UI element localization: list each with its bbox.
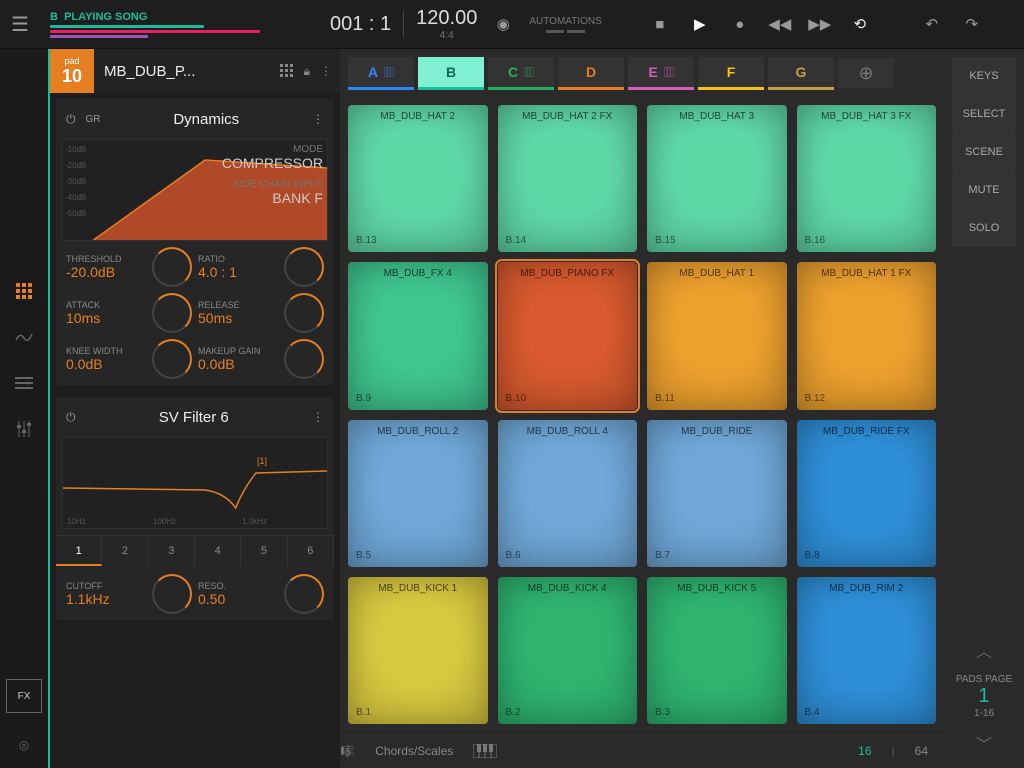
fx-panel-dynamics: ⏻ GR Dynamics ⋮ -10dB-20dB-30dB-40dB-50d… bbox=[56, 99, 334, 385]
tuning-fork-icon[interactable]: 🎼︎ bbox=[340, 744, 355, 758]
bank-tab-E[interactable]: E bbox=[628, 57, 694, 90]
filter-tab-3[interactable]: 3 bbox=[149, 536, 195, 566]
gr-label: GR bbox=[86, 114, 101, 125]
settings-icon[interactable]: ◎ bbox=[10, 731, 38, 759]
grid-icon[interactable] bbox=[280, 64, 294, 79]
pad-B-16[interactable]: MB_DUB_HAT 3 FXB.16 bbox=[797, 105, 937, 252]
fx-name: Dynamics bbox=[111, 111, 303, 128]
select-button[interactable]: SELECT bbox=[952, 95, 1016, 133]
keyboard-icon[interactable] bbox=[473, 744, 497, 758]
metronome-icon[interactable]: ◉ bbox=[489, 10, 517, 38]
bank-tab-C[interactable]: C bbox=[488, 57, 554, 90]
bank-tab-B[interactable]: B bbox=[418, 57, 484, 90]
add-bank-button[interactable]: ⊕ bbox=[838, 58, 894, 88]
more-icon[interactable]: ⋮ bbox=[320, 64, 332, 79]
automation-view-icon[interactable] bbox=[10, 323, 38, 351]
song-area[interactable]: B PLAYING SONG bbox=[40, 9, 330, 40]
filter-tab-5[interactable]: 5 bbox=[241, 536, 287, 566]
record-button[interactable]: ● bbox=[726, 10, 754, 38]
knob-knee-width[interactable]: KNEE WIDTH0.0dB bbox=[66, 339, 192, 379]
page-down-button[interactable]: ﹀ bbox=[976, 731, 992, 755]
tempo-display[interactable]: 120.004:4 bbox=[416, 7, 477, 41]
pad-count-active[interactable]: 16 bbox=[858, 744, 871, 758]
knob-reso.[interactable]: RESO.0.50 bbox=[198, 574, 324, 614]
filter-tab-2[interactable]: 2 bbox=[102, 536, 148, 566]
forward-button[interactable]: ▶▶ bbox=[806, 10, 834, 38]
pad-B-14[interactable]: MB_DUB_HAT 2 FXB.14 bbox=[498, 105, 638, 252]
compressor-graph[interactable]: -10dB-20dB-30dB-40dB-50dB MODECOMPRESSOR… bbox=[62, 139, 328, 241]
mixer-view-icon[interactable] bbox=[10, 415, 38, 443]
knob-threshold[interactable]: THRESHOLD-20.0dB bbox=[66, 247, 192, 287]
pad-B-11[interactable]: MB_DUB_HAT 1B.11 bbox=[647, 262, 787, 409]
pad-count-total[interactable]: 64 bbox=[915, 744, 944, 758]
pad-B-7[interactable]: MB_DUB_RIDEB.7 bbox=[647, 420, 787, 567]
inspector-panel: pad10 MB_DUB_P... 🔒︎ ⋮ ⏻ GR Dynamics ⋮ bbox=[48, 49, 340, 768]
pads-view-icon[interactable] bbox=[10, 277, 38, 305]
stop-button[interactable]: ■ bbox=[646, 10, 674, 38]
pad-B-2[interactable]: MB_DUB_KICK 4B.2 bbox=[498, 577, 638, 724]
pad-B-5[interactable]: MB_DUB_ROLL 2B.5 bbox=[348, 420, 488, 567]
pad-B-9[interactable]: MB_DUB_FX 4B.9 bbox=[348, 262, 488, 409]
pad-B-1[interactable]: MB_DUB_KICK 1B.1 bbox=[348, 577, 488, 724]
bank-tab-D[interactable]: D bbox=[558, 57, 624, 90]
lock-icon[interactable]: 🔒︎ bbox=[304, 64, 310, 79]
knob-cutoff[interactable]: CUTOFF1.1kHz bbox=[66, 574, 192, 614]
rewind-button[interactable]: ◀◀ bbox=[766, 10, 794, 38]
filter-tab-1[interactable]: 1 bbox=[56, 536, 102, 566]
bank-tab-A[interactable]: A bbox=[348, 57, 414, 90]
power-icon[interactable]: ⏻ bbox=[66, 410, 76, 425]
fx-name: SV Filter 6 bbox=[86, 409, 303, 426]
knob-release[interactable]: RELEASE50ms bbox=[198, 293, 324, 333]
chords-scales-button[interactable]: Chords/Scales bbox=[375, 744, 453, 758]
page-indicator: PADS PAGE 1 1-16 bbox=[956, 674, 1012, 719]
pad-name[interactable]: MB_DUB_P... bbox=[94, 63, 280, 80]
loop-button[interactable]: ⟲ bbox=[846, 10, 874, 38]
pad-B-6[interactable]: MB_DUB_ROLL 4B.6 bbox=[498, 420, 638, 567]
fx-more-icon[interactable]: ⋮ bbox=[312, 112, 324, 126]
pad-B-10[interactable]: MB_DUB_PIANO FXB.10 bbox=[498, 262, 638, 409]
fx-more-icon[interactable]: ⋮ bbox=[312, 410, 324, 424]
knob-attack[interactable]: ATTACK10ms bbox=[66, 293, 192, 333]
fx-panel-icon[interactable]: FX bbox=[6, 679, 42, 713]
pad-B-8[interactable]: MB_DUB_RIDE FXB.8 bbox=[797, 420, 937, 567]
bank-tab-G[interactable]: G bbox=[768, 57, 834, 90]
power-icon[interactable]: ⏻ bbox=[66, 112, 76, 127]
song-title: PLAYING SONG bbox=[64, 11, 147, 23]
pad-B-3[interactable]: MB_DUB_KICK 5B.3 bbox=[647, 577, 787, 724]
pad-number-badge: pad10 bbox=[50, 49, 94, 93]
undo-button[interactable]: ↶ bbox=[918, 10, 946, 38]
filter-tab-4[interactable]: 4 bbox=[195, 536, 241, 566]
filter-tab-6[interactable]: 6 bbox=[288, 536, 334, 566]
fx-panel-filter: ⏻ SV Filter 6 ⋮ [1] 10Hz 100Hz 1.0kHz 12… bbox=[56, 397, 334, 620]
pad-B-4[interactable]: MB_DUB_RIM 2B.4 bbox=[797, 577, 937, 724]
position-display[interactable]: 001 : 1 bbox=[330, 13, 391, 36]
pad-B-12[interactable]: MB_DUB_HAT 1 FXB.12 bbox=[797, 262, 937, 409]
knob-ratio[interactable]: RATIO4.0 : 1 bbox=[198, 247, 324, 287]
pad-B-15[interactable]: MB_DUB_HAT 3B.15 bbox=[647, 105, 787, 252]
play-button[interactable]: ▶ bbox=[686, 10, 714, 38]
sequencer-view-icon[interactable] bbox=[10, 369, 38, 397]
automations-label: AUTOMATIONS bbox=[529, 16, 601, 33]
bank-tab-F[interactable]: F bbox=[698, 57, 764, 90]
knob-makeup-gain[interactable]: MAKEUP GAIN0.0dB bbox=[198, 339, 324, 379]
menu-button[interactable]: ☰ bbox=[0, 12, 40, 37]
filter-graph[interactable]: [1] 10Hz 100Hz 1.0kHz bbox=[62, 437, 328, 529]
keys-button[interactable]: KEYS bbox=[952, 57, 1016, 95]
song-bank: B bbox=[50, 11, 58, 23]
page-up-button[interactable]: ︿ bbox=[976, 638, 992, 662]
solo-button[interactable]: SOLO bbox=[952, 209, 1016, 247]
scene-button[interactable]: SCENE bbox=[952, 133, 1016, 171]
pad-B-13[interactable]: MB_DUB_HAT 2B.13 bbox=[348, 105, 488, 252]
mute-button[interactable]: MUTE bbox=[952, 171, 1016, 209]
redo-button[interactable]: ↷ bbox=[958, 10, 986, 38]
